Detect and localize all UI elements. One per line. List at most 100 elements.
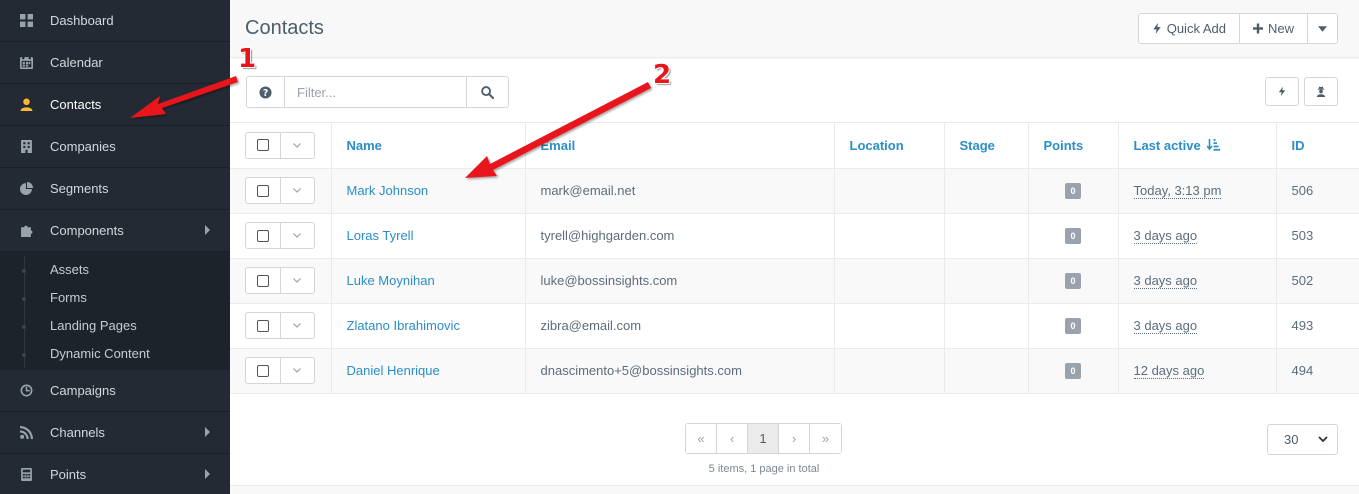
- building-icon: [0, 140, 50, 153]
- quick-add-button[interactable]: Quick Add: [1139, 14, 1240, 43]
- cell-name: Daniel Henrique: [331, 348, 526, 394]
- cell-last-active: 3 days ago: [1118, 303, 1277, 349]
- row-actions-dropdown[interactable]: [281, 313, 315, 338]
- chevron-right-icon: [205, 427, 210, 437]
- chevron-down-icon: [293, 142, 302, 148]
- contact-name-link[interactable]: Zlatano Ibrahimovic: [347, 318, 460, 333]
- filter-input[interactable]: [285, 77, 466, 107]
- sidebar-item-contacts[interactable]: Contacts: [0, 84, 230, 126]
- sidebar-item-campaigns[interactable]: Campaigns: [0, 370, 230, 412]
- contact-name-link[interactable]: Loras Tyrell: [347, 228, 414, 243]
- header-button-group: Quick Add New: [1137, 13, 1338, 44]
- sidebar-item-points[interactable]: Points: [0, 454, 230, 494]
- list-toolbar: ?: [230, 59, 1359, 123]
- cell-last-active: 3 days ago: [1118, 258, 1277, 304]
- sidebar-item-calendar[interactable]: Calendar: [0, 42, 230, 84]
- column-header-id[interactable]: ID: [1276, 123, 1359, 169]
- row-actions-dropdown[interactable]: [281, 223, 315, 248]
- new-button[interactable]: New: [1240, 14, 1308, 43]
- column-header-email[interactable]: Email: [525, 123, 835, 169]
- sidebar-subitem-label: Dynamic Content: [50, 346, 150, 361]
- column-header-last-active[interactable]: Last active: [1118, 123, 1277, 169]
- row-select-cell: [230, 303, 332, 349]
- cell-last-active: Today, 3:13 pm: [1118, 168, 1277, 214]
- sidebar-item-label: Contacts: [50, 97, 102, 112]
- sidebar-item-companies[interactable]: Companies: [0, 126, 230, 168]
- prev-page-button[interactable]: ‹: [717, 424, 748, 453]
- cell-points: 0: [1028, 213, 1119, 259]
- column-header-name[interactable]: Name: [331, 123, 526, 169]
- cell-points: 0: [1028, 303, 1119, 349]
- page-1-button[interactable]: 1: [748, 424, 779, 453]
- bolt-icon: [1278, 86, 1286, 97]
- cell-email: tyrell@highgarden.com: [525, 213, 835, 259]
- sidebar-item-dashboard[interactable]: Dashboard: [0, 0, 230, 42]
- table-row: Daniel Henrique dnascimento+5@bossinsigh…: [230, 348, 1359, 394]
- row-actions-dropdown[interactable]: [281, 178, 315, 203]
- cell-id: 503: [1276, 213, 1359, 259]
- sidebar-subitem-landing-pages[interactable]: Landing Pages: [0, 312, 230, 340]
- search-button[interactable]: [466, 77, 508, 107]
- table-row: Mark Johnson mark@email.net 0 Today, 3:1…: [230, 168, 1359, 214]
- bullet-icon: [22, 353, 26, 357]
- select-all-checkbox[interactable]: [246, 132, 281, 158]
- row-actions-dropdown[interactable]: [281, 268, 315, 293]
- sidebar-subitem-forms[interactable]: Forms: [0, 284, 230, 312]
- user-secret-icon: [1316, 86, 1326, 97]
- bullet-icon: [22, 297, 26, 301]
- points-badge: 0: [1065, 273, 1081, 289]
- more-actions-dropdown-button[interactable]: [1308, 14, 1337, 43]
- rss-icon: [0, 426, 50, 439]
- sidebar-item-label: Points: [50, 467, 87, 482]
- clock-icon: [0, 384, 50, 397]
- bolt-icon: [1153, 23, 1161, 34]
- caret-down-icon: [1318, 25, 1327, 32]
- row-checkbox[interactable]: [246, 223, 281, 248]
- column-header-stage[interactable]: Stage: [944, 123, 1029, 169]
- sidebar-item-channels[interactable]: Channels: [0, 412, 230, 454]
- contact-name-link[interactable]: Daniel Henrique: [347, 363, 440, 378]
- bulk-actions-dropdown[interactable]: [281, 133, 315, 158]
- per-page-value: 30: [1284, 432, 1299, 447]
- sidebar: Dashboard Calendar Contacts Companies Se…: [0, 0, 230, 494]
- next-page-button[interactable]: ›: [779, 424, 810, 453]
- cell-points: 0: [1028, 258, 1119, 304]
- row-checkbox[interactable]: [246, 268, 281, 293]
- filter-help-button[interactable]: ?: [247, 77, 285, 107]
- last-active-value: 3 days ago: [1133, 273, 1198, 289]
- row-actions-dropdown[interactable]: [281, 358, 315, 383]
- row-checkbox[interactable]: [246, 358, 281, 383]
- table-row: Zlatano Ibrahimovic zibra@email.com 0 3 …: [230, 303, 1359, 349]
- quick-filter-bolt-button[interactable]: [1265, 77, 1299, 106]
- row-select-group: [245, 312, 315, 339]
- contact-name-link[interactable]: Luke Moynihan: [347, 273, 435, 288]
- sidebar-subitem-label: Forms: [50, 290, 87, 305]
- anonymous-filter-button[interactable]: [1304, 77, 1338, 106]
- sidebar-subitem-dynamic-content[interactable]: Dynamic Content: [0, 340, 230, 368]
- sidebar-subitem-assets[interactable]: Assets: [0, 256, 230, 284]
- points-badge: 0: [1065, 183, 1081, 199]
- cell-name: Zlatano Ibrahimovic: [331, 303, 526, 349]
- row-select-cell: [230, 213, 332, 259]
- contacts-panel: ? Filter... Name Email Location Stage Po…: [230, 59, 1359, 486]
- cell-location: [834, 258, 945, 304]
- pagination: « ‹ 1 › »: [685, 423, 842, 454]
- cell-email: dnascimento+5@bossinsights.com: [525, 348, 835, 394]
- cell-last-active: 3 days ago: [1118, 213, 1277, 259]
- first-page-button[interactable]: «: [686, 424, 717, 453]
- puzzle-icon: [0, 224, 50, 237]
- cell-last-active: 12 days ago: [1118, 348, 1277, 394]
- cell-stage: [944, 348, 1029, 394]
- row-checkbox[interactable]: [246, 313, 281, 338]
- sidebar-subitem-label: Assets: [50, 262, 90, 277]
- sidebar-item-components[interactable]: Components: [0, 210, 230, 252]
- column-header-location[interactable]: Location: [834, 123, 945, 169]
- sidebar-item-label: Segments: [50, 181, 109, 196]
- sidebar-item-segments[interactable]: Segments: [0, 168, 230, 210]
- row-checkbox[interactable]: [246, 178, 281, 203]
- per-page-select[interactable]: 30: [1267, 424, 1338, 455]
- column-header-points[interactable]: Points: [1028, 123, 1119, 169]
- contact-name-link[interactable]: Mark Johnson: [347, 183, 429, 198]
- page-header: Contacts Quick Add New: [230, 0, 1359, 58]
- last-page-button[interactable]: »: [810, 424, 841, 453]
